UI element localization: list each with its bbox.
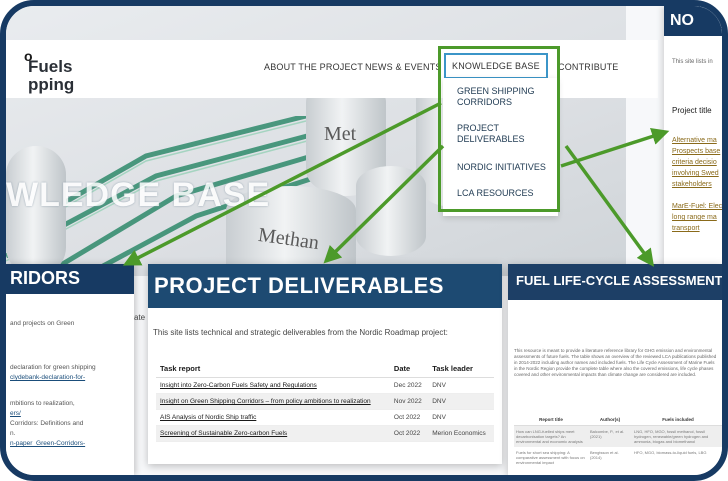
site-logo[interactable]: Fuels pping	[28, 58, 74, 94]
report-link[interactable]: Insight on Green Shipping Corridors – fr…	[156, 393, 390, 410]
card-link[interactable]: n-paper_Green-Corridors-	[10, 440, 85, 447]
card-text: and projects on Green	[10, 320, 75, 327]
table-row: AIS Analysis of Nordic Ship traffic Oct …	[156, 409, 494, 426]
panel-intro: This site lists in	[672, 59, 713, 65]
panel-heading: Project title	[672, 106, 712, 115]
screenshot-frame: Met Methan WLEDGE BASE o Fuels pping ABO…	[0, 0, 728, 481]
card-text: Corridors: Definitions and	[10, 420, 84, 427]
table-row: Fuels for short sea shipping: A comparat…	[514, 447, 722, 468]
project-link[interactable]: involving Swed	[672, 169, 719, 179]
table-header-row: Report title Author(s) Fuels included	[514, 414, 722, 426]
card-intro: This resource is meant to provide a lite…	[514, 348, 717, 377]
report-link[interactable]: Screening of Sustainable Zero-carbon Fue…	[156, 425, 390, 442]
project-link[interactable]: long range ma	[672, 213, 717, 223]
project-link[interactable]: Prospects base	[672, 147, 720, 157]
task-leader: DNV	[428, 409, 494, 426]
report-date: Oct 2022	[389, 409, 429, 426]
table-row: Screening of Sustainable Zero-carbon Fue…	[156, 425, 494, 442]
highlight-box	[438, 46, 560, 212]
lca-fuels: LNG, HFO, MGO, fossil methanol, fossil h…	[632, 425, 722, 447]
nav-about-project[interactable]: ABOUT THE PROJECT	[264, 62, 363, 72]
column-header: Task report	[156, 360, 390, 378]
task-leader: DNV	[428, 393, 494, 410]
hero-title: WLEDGE BASE	[6, 176, 271, 214]
tank-label: Met	[324, 123, 357, 145]
logo-line: pping	[28, 75, 75, 94]
report-date: Nov 2022	[389, 393, 429, 410]
task-leader: DNV	[428, 377, 494, 394]
column-header: Fuels included	[632, 414, 722, 426]
card-text: n.	[10, 430, 16, 437]
column-header: Date	[389, 360, 429, 378]
panel-title: NO	[670, 12, 694, 29]
green-corridors-preview: RIDORS and projects on Green declaration…	[6, 264, 134, 475]
report-date: Oct 2022	[389, 425, 429, 442]
project-link[interactable]: Alternative ma	[672, 136, 717, 146]
column-header: Report title	[514, 414, 588, 426]
column-header: Author(s)	[588, 414, 632, 426]
lca-authors: Balcombe, P., et al. (2021)	[588, 425, 632, 447]
table-row: Insight on Green Shipping Corridors – fr…	[156, 393, 494, 410]
lca-report-title: How can LNG-fuelled ships meet decarboni…	[514, 425, 588, 447]
card-text: declaration for green shipping	[10, 364, 96, 371]
project-link[interactable]: criteria decisio	[672, 158, 717, 168]
report-date: Dec 2022	[389, 377, 429, 394]
card-title: PROJECT DELIVERABLES	[154, 273, 444, 298]
card-text-fragment: ate	[134, 313, 146, 322]
storage-tank	[356, 166, 426, 256]
deliverables-table: Task report Date Task leader Insight int…	[156, 360, 494, 442]
card-title: FUEL LIFE-CYCLE ASSESSMENT	[516, 273, 722, 288]
table-row: Insight into Zero-Carbon Fuels Safety an…	[156, 377, 494, 394]
card-intro: This site lists technical and strategic …	[153, 328, 448, 337]
card-title: RIDORS	[10, 268, 81, 288]
site-header: o Fuels pping ABOUT THE PROJECT NEWS & E…	[6, 40, 658, 98]
report-link[interactable]: Insight into Zero-Carbon Fuels Safety an…	[156, 377, 390, 394]
project-link[interactable]: stakeholders	[672, 180, 712, 190]
nav-contribute[interactable]: CONTRIBUTE	[558, 62, 619, 72]
task-leader: Merion Economics	[428, 425, 494, 442]
project-link[interactable]: transport	[672, 224, 700, 234]
column-header: Task leader	[428, 360, 494, 378]
logo-line: Fuels	[28, 57, 73, 76]
card-link[interactable]: ers/	[10, 410, 21, 417]
nav-news-events[interactable]: NEWS & EVENTS	[365, 62, 442, 72]
lca-authors: Bengtsson et al. (2014)	[590, 450, 619, 460]
card-text: mbitions to realization,	[10, 400, 75, 407]
lca-resources-preview: FUEL LIFE-CYCLE ASSESSMENT This resource…	[508, 264, 722, 475]
lca-report-title: Fuels for short sea shipping: A comparat…	[516, 450, 585, 465]
table-row: How can LNG-fuelled ships meet decarboni…	[514, 425, 722, 447]
lca-fuels: HFO, MGO, biomass-to-liquid fuels, LBG	[634, 450, 707, 455]
project-deliverables-preview: PROJECT DELIVERABLES This site lists tec…	[148, 264, 502, 464]
card-link[interactable]: clydebank-declaration-for-	[10, 374, 85, 381]
table-header-row: Task report Date Task leader	[156, 360, 494, 378]
report-link[interactable]: AIS Analysis of Nordic Ship traffic	[156, 409, 390, 426]
project-link[interactable]: MarE-Fuel: Elec	[672, 202, 722, 212]
lca-table: Report title Author(s) Fuels included Ho…	[514, 414, 722, 468]
